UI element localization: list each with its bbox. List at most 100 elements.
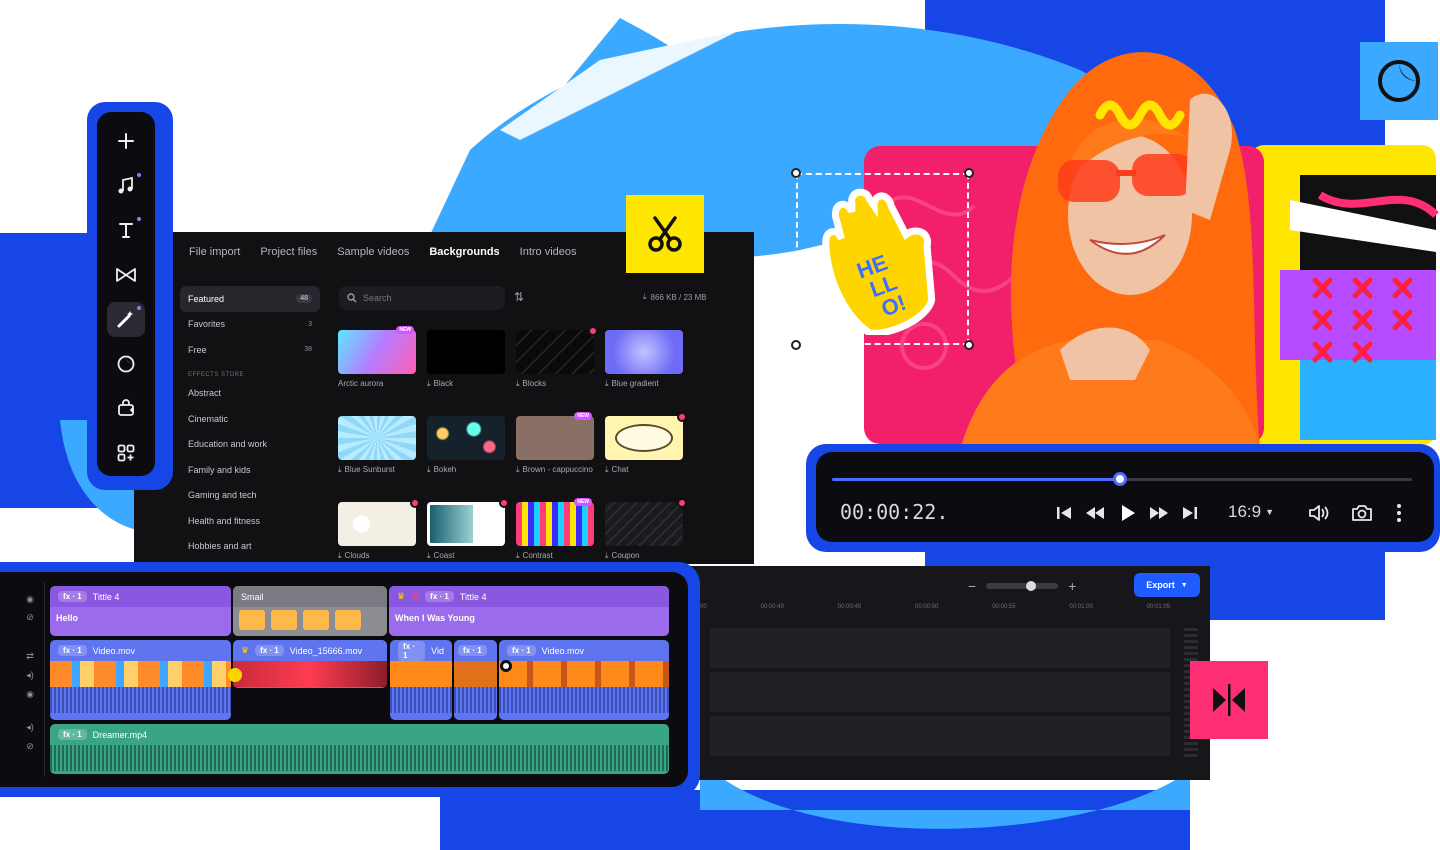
video-clip[interactable]: ♛ fx · 1 Video_15666.mov (233, 640, 387, 688)
resize-handle[interactable] (791, 168, 801, 178)
premium-badge (677, 412, 687, 422)
ruler-tick: 00:00:55 (992, 604, 1016, 610)
section-header: EFFECTS STORE (188, 371, 245, 378)
new-badge: NEW (396, 326, 414, 334)
video-clip[interactable]: fx · 1 Video.mov (499, 640, 669, 720)
cut-feature-tile (626, 195, 704, 273)
download-icon: ⤓ (516, 551, 520, 560)
title-clip[interactable]: fx · 1 Tittle 4 Hello (50, 586, 231, 636)
new-badge: NEW (574, 412, 592, 420)
play-button[interactable] (1115, 500, 1141, 526)
category-featured[interactable]: Featured 48 (180, 286, 320, 312)
snapshot-button[interactable] (1349, 500, 1375, 526)
video-clip[interactable]: fx · 1 Video.mov (50, 640, 231, 720)
playhead-knob[interactable] (500, 660, 512, 672)
eye-icon[interactable]: ◉ (26, 689, 34, 700)
lock-icon[interactable]: ⊘ (26, 612, 34, 623)
thumbnail-chat[interactable]: ⤓ Chat (605, 412, 687, 502)
left-toolbar (97, 112, 155, 476)
fx-badge: fx · 1 (507, 645, 536, 656)
thumbnail-bokeh[interactable]: ⤓ Bokeh (427, 416, 505, 502)
transition-marker[interactable] (228, 668, 242, 682)
hello-sticker[interactable]: HE LL O! (815, 185, 945, 335)
resize-handle[interactable] (964, 168, 974, 178)
sticker-icon (1378, 60, 1420, 102)
brand-kit-button[interactable] (107, 391, 145, 426)
category-item[interactable]: Health and fitness (180, 508, 320, 534)
tab-backgrounds[interactable]: Backgrounds (429, 246, 499, 258)
audio-button[interactable] (107, 169, 145, 204)
audio-waveform (499, 687, 669, 713)
thumbnail-black[interactable]: ⤓ Black (427, 330, 505, 416)
thumbnail-blue-sunburst[interactable]: ⤓ Blue Sunburst (338, 416, 416, 502)
download-icon: ⤓ (427, 551, 431, 560)
audio-clip[interactable]: fx · 1 Dreamer.mp4 (50, 724, 669, 774)
add-media-button[interactable] (107, 124, 145, 159)
tab-file-import[interactable]: File import (189, 246, 240, 258)
export-label: Export (1146, 580, 1175, 590)
category-item[interactable]: Gaming and tech (180, 483, 320, 509)
category-item[interactable]: Hobbies and art (180, 534, 320, 560)
clip-name: Video.mov (92, 645, 136, 656)
rewind-button[interactable] (1082, 500, 1108, 526)
resize-handle[interactable] (964, 340, 974, 350)
library-tabs: File import Project files Sample videos … (189, 246, 577, 258)
hide-icon[interactable]: ⊘ (26, 741, 34, 752)
scrubber-handle[interactable] (1113, 472, 1127, 486)
effects-button[interactable] (107, 302, 145, 337)
category-item[interactable]: Cinematic (180, 406, 320, 432)
thumbnail-blue-gradient[interactable]: ⤓ Blue gradient (605, 330, 683, 416)
category-item[interactable]: Family and kids (180, 457, 320, 483)
skip-to-start-button[interactable] (1051, 500, 1077, 526)
storage-usage: ⤓ 866 KB / 23 MB (643, 292, 707, 302)
skip-to-end-button[interactable] (1177, 500, 1203, 526)
sticker-clip[interactable]: Smail (233, 586, 387, 636)
sticker-feature-tile (1360, 42, 1438, 120)
thumbnail-label: Clouds (344, 551, 370, 560)
mute-icon[interactable]: ◂) (26, 722, 34, 733)
mute-icon[interactable]: ◂) (26, 670, 34, 681)
ruler-tick: 00:00:45 (837, 604, 862, 610)
eye-icon[interactable]: ◉ (26, 594, 34, 605)
transitions-button[interactable] (107, 258, 145, 293)
aspect-ratio-dropdown[interactable]: 16:9 ▼ (1228, 502, 1274, 522)
zoom-control[interactable]: − + (968, 578, 1076, 594)
export-button[interactable]: Export ▼ (1134, 573, 1200, 597)
fx-badge: fx · 1 (398, 640, 426, 661)
category-item[interactable]: Education and work (180, 432, 320, 458)
volume-button[interactable] (1306, 500, 1332, 526)
search-input[interactable]: Search (339, 286, 505, 310)
category-favorites[interactable]: Favorites 3 (180, 312, 320, 338)
category-free[interactable]: Free 38 (180, 337, 320, 363)
clip-name: Dreamer.mp4 (92, 729, 148, 740)
track-controls: ◉ ⊘ ⇄ ◂) ◉ ◂) ⊘ (16, 586, 44, 752)
category-item[interactable]: Abstract (180, 381, 320, 407)
clip-thumbnails (50, 661, 231, 687)
thumbnail-label: Black (433, 379, 454, 388)
more-options-button[interactable] (1386, 500, 1412, 526)
video-clip[interactable]: fx · 1 (454, 640, 497, 720)
stickers-button[interactable] (107, 347, 145, 382)
text-button[interactable] (107, 213, 145, 248)
clip-thumbnails (390, 661, 452, 687)
clip-name: Vid (431, 645, 444, 656)
thumbnail-blocks[interactable]: ⤓ Blocks (516, 326, 598, 416)
zoom-slider[interactable] (986, 581, 1059, 591)
fast-forward-button[interactable] (1146, 500, 1172, 526)
zoom-in-icon[interactable]: + (1068, 578, 1076, 594)
sort-icon[interactable]: ⇅ (514, 290, 524, 304)
tab-intro-videos[interactable]: Intro videos (520, 246, 577, 258)
apps-button[interactable] (107, 436, 145, 471)
split-icon[interactable]: ⇄ (26, 651, 34, 662)
skip-end-icon (1183, 507, 1197, 519)
resize-handle[interactable] (791, 340, 801, 350)
thumbnail-label: Blue gradient (611, 379, 659, 388)
title-clip[interactable]: ♛ ♛ fx · 1 Tittle 4 When I Was Young (389, 586, 669, 636)
transition-icon (116, 267, 136, 282)
thumbnail-brown-cappuccino[interactable]: NEW ⤓ Brown - cappuccino (516, 412, 594, 502)
video-clip[interactable]: fx · 1 Vid (390, 640, 452, 720)
tab-sample-videos[interactable]: Sample videos (337, 246, 409, 258)
tab-project-files[interactable]: Project files (260, 246, 317, 258)
zoom-out-icon[interactable]: − (968, 578, 976, 594)
thumbnail-arctic-aurora[interactable]: NEW Arctic aurora (338, 326, 416, 416)
